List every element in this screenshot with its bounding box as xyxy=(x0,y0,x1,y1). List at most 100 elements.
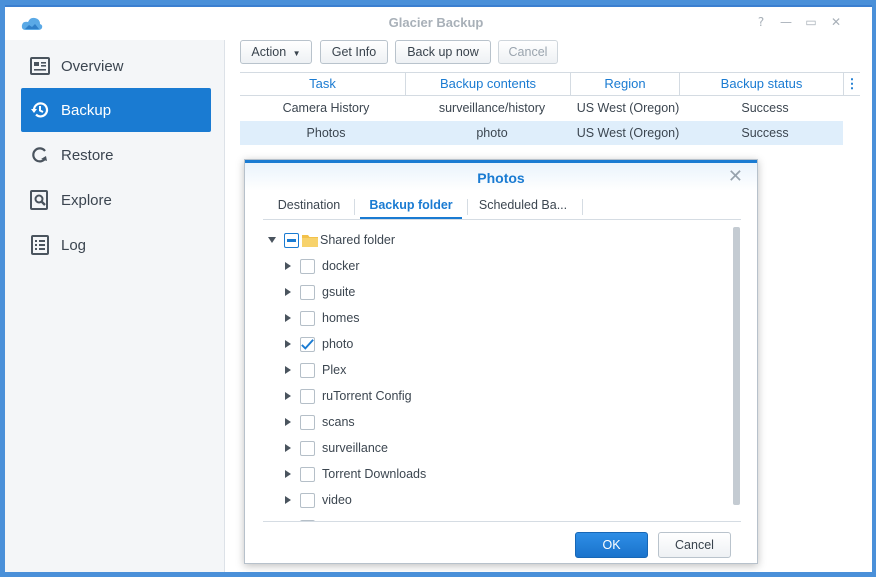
ok-button[interactable]: OK xyxy=(575,532,648,558)
minimize-icon[interactable]: — xyxy=(779,15,793,29)
tab-destination[interactable]: Destination xyxy=(267,193,351,219)
column-backup-contents[interactable]: Backup contents xyxy=(406,73,571,95)
log-icon xyxy=(29,234,51,256)
tree-node-folder[interactable]: Plex xyxy=(283,357,346,383)
backup-icon xyxy=(29,99,51,121)
tree-scrollbar[interactable] xyxy=(733,227,740,505)
task-cell: Photos xyxy=(306,126,346,140)
expand-arrow-icon[interactable] xyxy=(267,235,277,245)
status-cell: Success xyxy=(741,101,789,115)
task-cell: Camera History xyxy=(282,101,370,115)
sidebar-item-label: Explore xyxy=(61,191,112,209)
cancel-button[interactable]: Cancel xyxy=(658,532,731,558)
maximize-icon[interactable]: ▭ xyxy=(804,15,818,29)
dialog-close-icon[interactable]: ✕ xyxy=(728,168,743,186)
tree-node-folder[interactable]: Torrent Downloads xyxy=(283,461,426,487)
folder-checkbox-checked[interactable] xyxy=(300,336,315,352)
tree-node-label: photo xyxy=(322,337,354,351)
folder-checkbox[interactable] xyxy=(300,466,315,482)
dialog-tabs: Destination Backup folder Scheduled Ba..… xyxy=(263,191,741,220)
get-info-button[interactable]: Get Info xyxy=(320,40,388,64)
tree-node-folder[interactable]: ruTorrent Config xyxy=(283,383,412,409)
action-dropdown-button[interactable]: Action ▼ xyxy=(240,40,312,64)
expand-arrow-icon[interactable] xyxy=(283,313,293,323)
caret-down-icon: ▼ xyxy=(292,49,301,58)
sidebar-item-label: Restore xyxy=(61,146,114,164)
expand-arrow-icon[interactable] xyxy=(283,365,293,375)
expand-arrow-icon[interactable] xyxy=(283,391,293,401)
folder-icon xyxy=(302,234,318,247)
tree-node-shared-folder[interactable]: Shared folder xyxy=(267,227,395,253)
tree-node-label: scans xyxy=(322,415,355,429)
sidebar-item-label: Backup xyxy=(61,101,112,119)
table-row[interactable]: Photos photo US West (Oregon) Success xyxy=(240,121,843,145)
region-cell: US West (Oregon) xyxy=(576,101,680,115)
action-label: Action xyxy=(251,45,287,59)
folder-checkbox[interactable] xyxy=(300,310,315,326)
restore-icon xyxy=(29,144,51,166)
explore-icon xyxy=(29,189,51,211)
folder-checkbox[interactable] xyxy=(300,519,315,521)
tab-divider xyxy=(467,199,468,215)
tree-node-label: ruTorrent Config xyxy=(322,389,412,403)
dialog-header[interactable]: Photos ✕ xyxy=(245,163,757,191)
folder-checkbox[interactable] xyxy=(300,440,315,456)
expand-arrow-icon[interactable] xyxy=(283,339,293,349)
checkmark-icon xyxy=(301,338,314,350)
expand-arrow-icon[interactable] xyxy=(283,287,293,297)
sidebar-item-label: Overview xyxy=(61,57,124,75)
tree-node-label: Torrent Downloads xyxy=(322,467,427,481)
folder-tree: Shared folder docker gsuite homes photo xyxy=(263,224,741,522)
tree-node-label: video xyxy=(322,493,352,507)
tree-node-folder[interactable]: surveillance xyxy=(283,435,388,461)
column-region[interactable]: Region xyxy=(571,73,680,95)
tree-node-label: docker xyxy=(322,259,360,273)
title-bar[interactable]: Glacier Backup ? — ▭ ✕ xyxy=(5,7,867,40)
overview-icon xyxy=(29,55,51,77)
shared-folder-checkbox[interactable] xyxy=(284,232,299,248)
sidebar-item-label: Log xyxy=(61,236,87,254)
task-table-header: Task Backup contents Region Backup statu… xyxy=(240,72,860,96)
cancel-task-button[interactable]: Cancel xyxy=(498,40,558,64)
tree-node-folder[interactable]: gsuite xyxy=(283,279,355,305)
sidebar-item-overview[interactable]: Overview xyxy=(21,44,211,88)
column-task[interactable]: Task xyxy=(240,73,406,95)
folder-checkbox[interactable] xyxy=(300,258,315,274)
tree-node-folder[interactable]: video xyxy=(283,487,352,513)
help-icon[interactable]: ? xyxy=(754,15,768,29)
folder-checkbox[interactable] xyxy=(300,284,315,300)
region-cell: US West (Oregon) xyxy=(576,126,680,140)
sidebar-item-backup[interactable]: Backup xyxy=(21,88,211,132)
folder-checkbox[interactable] xyxy=(300,492,315,508)
tree-node-folder[interactable]: docker xyxy=(283,253,360,279)
window-title: Glacier Backup xyxy=(388,15,484,30)
contents-cell: photo xyxy=(476,126,508,140)
window-top-edge xyxy=(0,0,876,7)
tab-divider xyxy=(582,199,583,215)
tree-node-label: Shared folder xyxy=(320,233,396,247)
sidebar-item-log[interactable]: Log xyxy=(21,223,211,267)
status-cell: Success xyxy=(741,126,789,140)
folder-checkbox[interactable] xyxy=(300,362,315,378)
expand-arrow-icon[interactable] xyxy=(283,469,293,479)
expand-arrow-icon[interactable] xyxy=(283,417,293,427)
expand-arrow-icon[interactable] xyxy=(283,495,293,505)
expand-arrow-icon[interactable] xyxy=(283,261,293,271)
back-up-now-button[interactable]: Back up now xyxy=(395,40,491,64)
tree-node-label: homes xyxy=(322,311,360,325)
tree-node-folder[interactable]: homes xyxy=(283,305,360,331)
folder-checkbox[interactable] xyxy=(300,414,315,430)
expand-arrow-icon[interactable] xyxy=(283,443,293,453)
folder-checkbox[interactable] xyxy=(300,388,315,404)
column-backup-status[interactable]: Backup status xyxy=(680,73,844,95)
tree-node-folder[interactable]: photo xyxy=(283,331,353,357)
tree-node-label: gsuite xyxy=(322,285,356,299)
column-menu-icon[interactable]: ⋮ xyxy=(844,73,860,95)
table-row[interactable]: Camera History surveillance/history US W… xyxy=(240,96,843,120)
tree-node-folder[interactable]: scans xyxy=(283,409,355,435)
tab-backup-folder[interactable]: Backup folder xyxy=(360,193,462,219)
sidebar-item-restore[interactable]: Restore xyxy=(21,133,211,177)
sidebar-item-explore[interactable]: Explore xyxy=(21,178,211,222)
close-icon[interactable]: ✕ xyxy=(829,15,843,29)
tab-scheduled-backup[interactable]: Scheduled Ba... xyxy=(473,193,573,219)
